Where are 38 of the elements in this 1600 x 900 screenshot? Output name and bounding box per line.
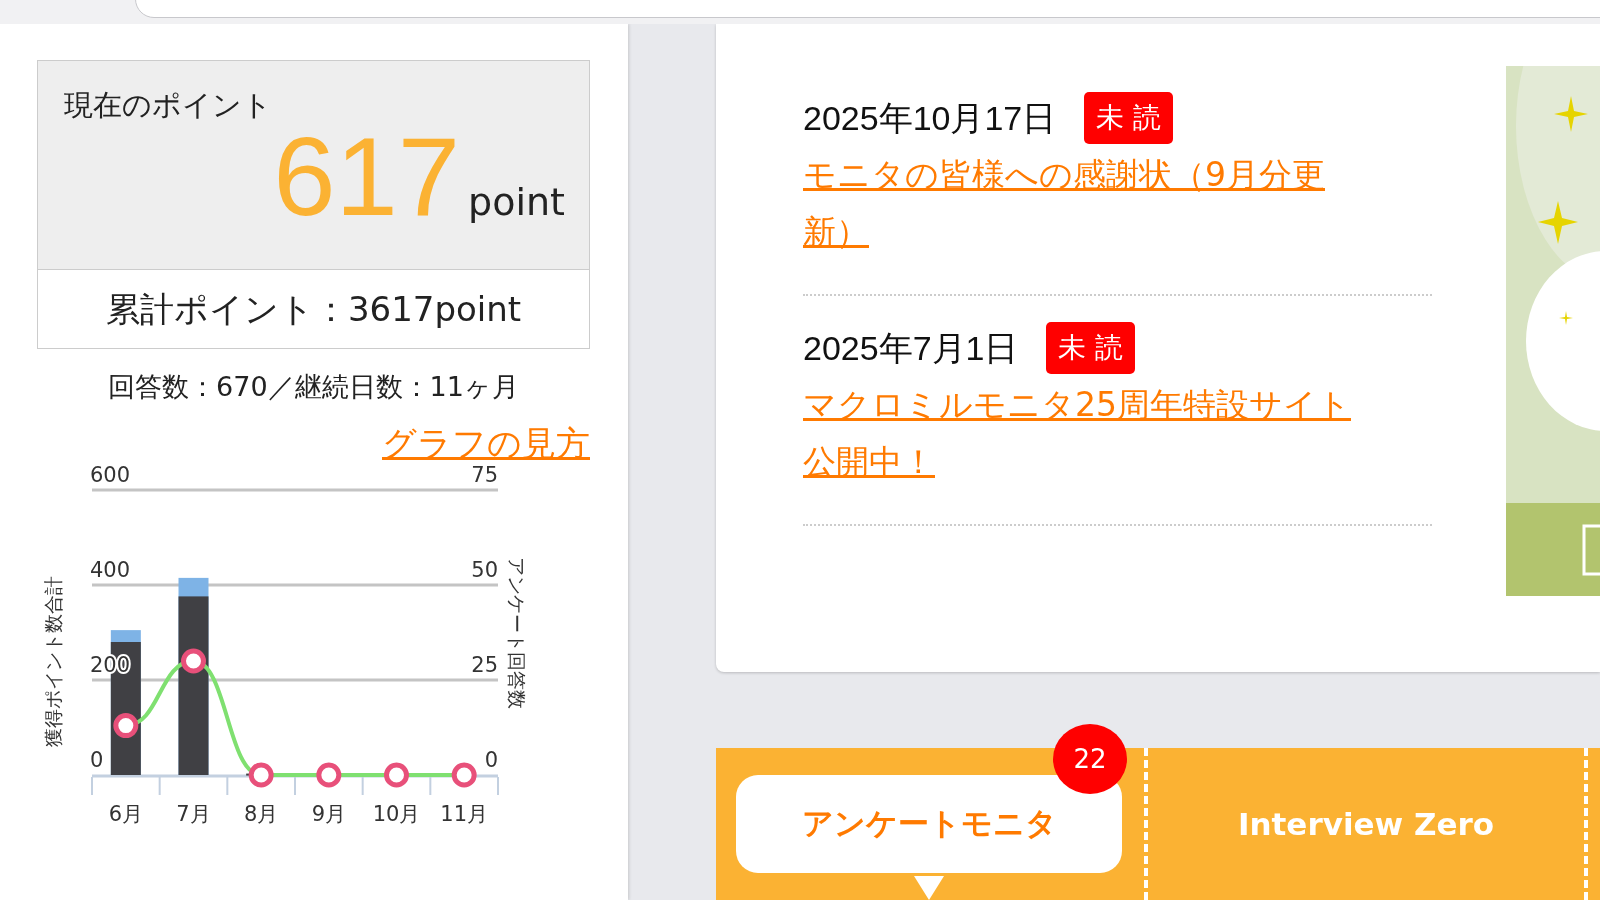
chart-point <box>248 762 274 788</box>
x-axis-label: 7月 <box>176 802 211 826</box>
graph-help-link[interactable]: グラフの見方 <box>382 421 590 465</box>
chart-point <box>181 648 206 674</box>
chart-point <box>113 713 139 739</box>
chart-point <box>451 762 477 788</box>
answer-stats: 回答数：670／継続日数：11ヶ月 <box>107 370 520 404</box>
current-points-label: 現在のポイント <box>64 87 273 123</box>
news-date: 2025年7月1日 <box>803 328 1019 369</box>
y-axis-title: 獲得ポイント数合計 <box>42 575 64 747</box>
y-axis-label: 400 <box>90 558 131 582</box>
points-unit: point <box>468 180 565 224</box>
news-link[interactable]: マクロミルモニタ25周年特設サイト公開中！ <box>803 376 1373 490</box>
pointer-icon <box>914 876 944 900</box>
y-axis-label: 0 <box>90 748 104 772</box>
tab[interactable]: Interview Zero <box>1217 778 1515 870</box>
y-axis-title: アンケート回答数 <box>506 557 528 709</box>
y-axis-label: 0 <box>484 748 498 772</box>
chart-point <box>316 762 342 788</box>
x-axis-label: 6月 <box>108 802 143 826</box>
points-value: 617 <box>273 117 461 237</box>
chart-point <box>384 762 409 788</box>
unread-badge: 未 読 <box>1046 322 1136 374</box>
y-axis-label: 600 <box>90 463 131 487</box>
x-axis-label: 11月 <box>440 802 489 826</box>
news-link[interactable]: モニタの皆様への感謝状（9月分更新） <box>803 146 1373 260</box>
y-axis-label: 75 <box>471 463 498 487</box>
unread-badge: 未 読 <box>1084 92 1174 144</box>
banner-picture[interactable] <box>1506 66 1600 596</box>
y-axis-label: 25 <box>471 653 498 677</box>
x-axis-label: 9月 <box>311 802 346 826</box>
total-points: 累計ポイント：3617point <box>104 288 523 331</box>
tab[interactable]: アンケートモニタ <box>736 775 1122 873</box>
count-badge: 22 <box>1053 724 1127 794</box>
news-date: 2025年10月17日 <box>803 98 1057 139</box>
x-axis-label: 10月 <box>372 802 421 826</box>
y-axis-label: 50 <box>471 558 498 582</box>
x-axis-label: 8月 <box>244 802 279 826</box>
